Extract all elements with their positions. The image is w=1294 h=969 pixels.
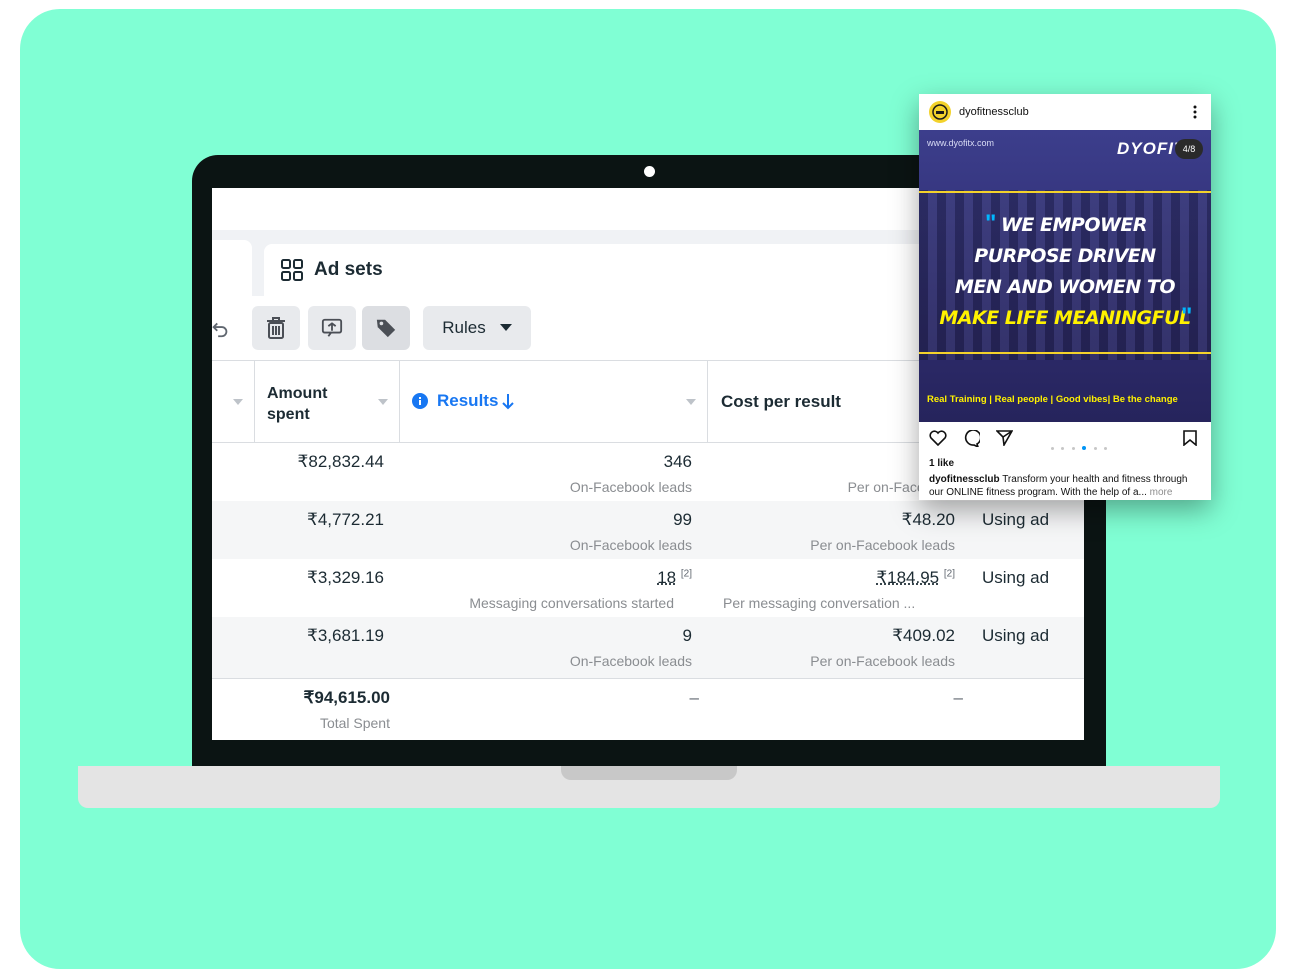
info-icon (412, 393, 428, 409)
trash-icon (267, 317, 285, 339)
rules-label: Rules (442, 318, 486, 337)
carousel-dot (1071, 447, 1075, 450)
instagram-post[interactable]: dyofitnessclub www.dyofitx.com DYOFIT 4/… (919, 94, 1211, 500)
caption: dyofitnessclub Transform your health and… (929, 473, 1204, 499)
quote-line: MEN AND WOMEN TO (954, 276, 1176, 298)
post-username[interactable]: dyofitnessclub (959, 106, 1029, 118)
tab-ad-sets-label: Ad sets (314, 259, 383, 280)
tab-previous[interactable] (212, 240, 252, 296)
amount-value: ₹3,681.19 (307, 626, 384, 645)
heart-icon[interactable] (929, 430, 947, 446)
avatar[interactable] (929, 101, 951, 123)
like-count[interactable]: 1 like (929, 458, 954, 469)
share-button[interactable] (308, 306, 356, 350)
cost-note: [2] (943, 568, 955, 580)
tagline-item: Be the change (1112, 394, 1178, 405)
quote-line: PURPOSE DRIVEN (974, 245, 1156, 267)
carousel-dot (1061, 447, 1065, 450)
caption-username[interactable]: dyofitnessclub (929, 474, 1000, 485)
carousel-counter: 4/8 (1175, 139, 1203, 159)
results-header-label: Results (437, 391, 499, 410)
sort-down-arrow-icon (502, 394, 515, 410)
yellow-divider (919, 352, 1211, 354)
more-options-icon[interactable] (1193, 105, 1197, 119)
share-icon (321, 318, 343, 337)
close-quote-mark: " (1181, 303, 1193, 330)
delivery-value: Using ad (982, 626, 1050, 645)
quote-block: " WE EMPOWER PURPOSE DRIVEN MEN AND WOME… (919, 210, 1211, 338)
totals-row: ₹94,615.00 Total Spent – – (212, 679, 1084, 740)
quote-line: MAKE LIFE MEANINGFUL (939, 307, 1191, 329)
tagline-item: Real people | (994, 394, 1054, 405)
bookmark-icon[interactable] (1183, 430, 1197, 446)
table-row[interactable]: ₹3,681.19 9 On-Facebook leads ₹409.02 Pe… (212, 617, 1084, 678)
tag-button[interactable] (362, 306, 410, 350)
total-cost: – (953, 688, 963, 707)
rules-dropdown[interactable]: Rules (423, 306, 531, 350)
table-row[interactable]: ₹4,772.21 99 On-Facebook leads ₹48.20 Pe… (212, 501, 1084, 559)
ad-sets-icon (281, 259, 303, 281)
total-amount-label: Total Spent (319, 715, 390, 731)
tagline-item: Real Training | (927, 394, 992, 405)
carousel-dot (1093, 447, 1097, 450)
comment-icon[interactable] (962, 430, 980, 447)
caret-down-icon (499, 324, 512, 331)
open-quote-mark: " (985, 210, 997, 237)
results-note: [2] (680, 568, 692, 580)
results-header[interactable]: Results (412, 391, 515, 411)
carousel-dots (1051, 437, 1108, 455)
more-link[interactable]: more (1150, 487, 1173, 498)
quote-line: WE EMPOWER (1000, 214, 1148, 236)
carousel-dot (1051, 447, 1054, 450)
sort-caret-icon[interactable] (378, 399, 388, 405)
carousel-dot (1104, 447, 1108, 450)
laptop-notch (561, 766, 737, 780)
post-image[interactable]: www.dyofitx.com DYOFIT 4/8 " WE EMPOWER … (919, 130, 1211, 422)
carousel-dot-active (1082, 446, 1087, 450)
cost-value[interactable]: ₹184.95 (876, 568, 939, 587)
results-value[interactable]: 18 (657, 568, 676, 587)
undo-icon (212, 322, 228, 338)
yellow-divider (919, 191, 1211, 193)
tag-icon (376, 319, 396, 338)
tagline-item: Good vibes| (1055, 394, 1111, 405)
website-text: www.dyofitx.com (927, 138, 995, 148)
tagline: Real Training | Real people | Good vibes… (927, 394, 1211, 405)
sort-caret-icon[interactable] (686, 399, 696, 405)
table-row[interactable]: ₹3,329.16 18 [2] Messaging conversations… (212, 559, 1084, 617)
action-bar (919, 428, 1211, 450)
webcam (644, 166, 655, 177)
share-direct-icon[interactable] (996, 430, 1013, 446)
total-results: – (689, 688, 699, 707)
undo-button[interactable] (212, 306, 238, 350)
delete-button[interactable] (252, 306, 300, 350)
post-header: dyofitnessclub (919, 94, 1211, 130)
sort-caret-icon[interactable] (233, 399, 243, 405)
